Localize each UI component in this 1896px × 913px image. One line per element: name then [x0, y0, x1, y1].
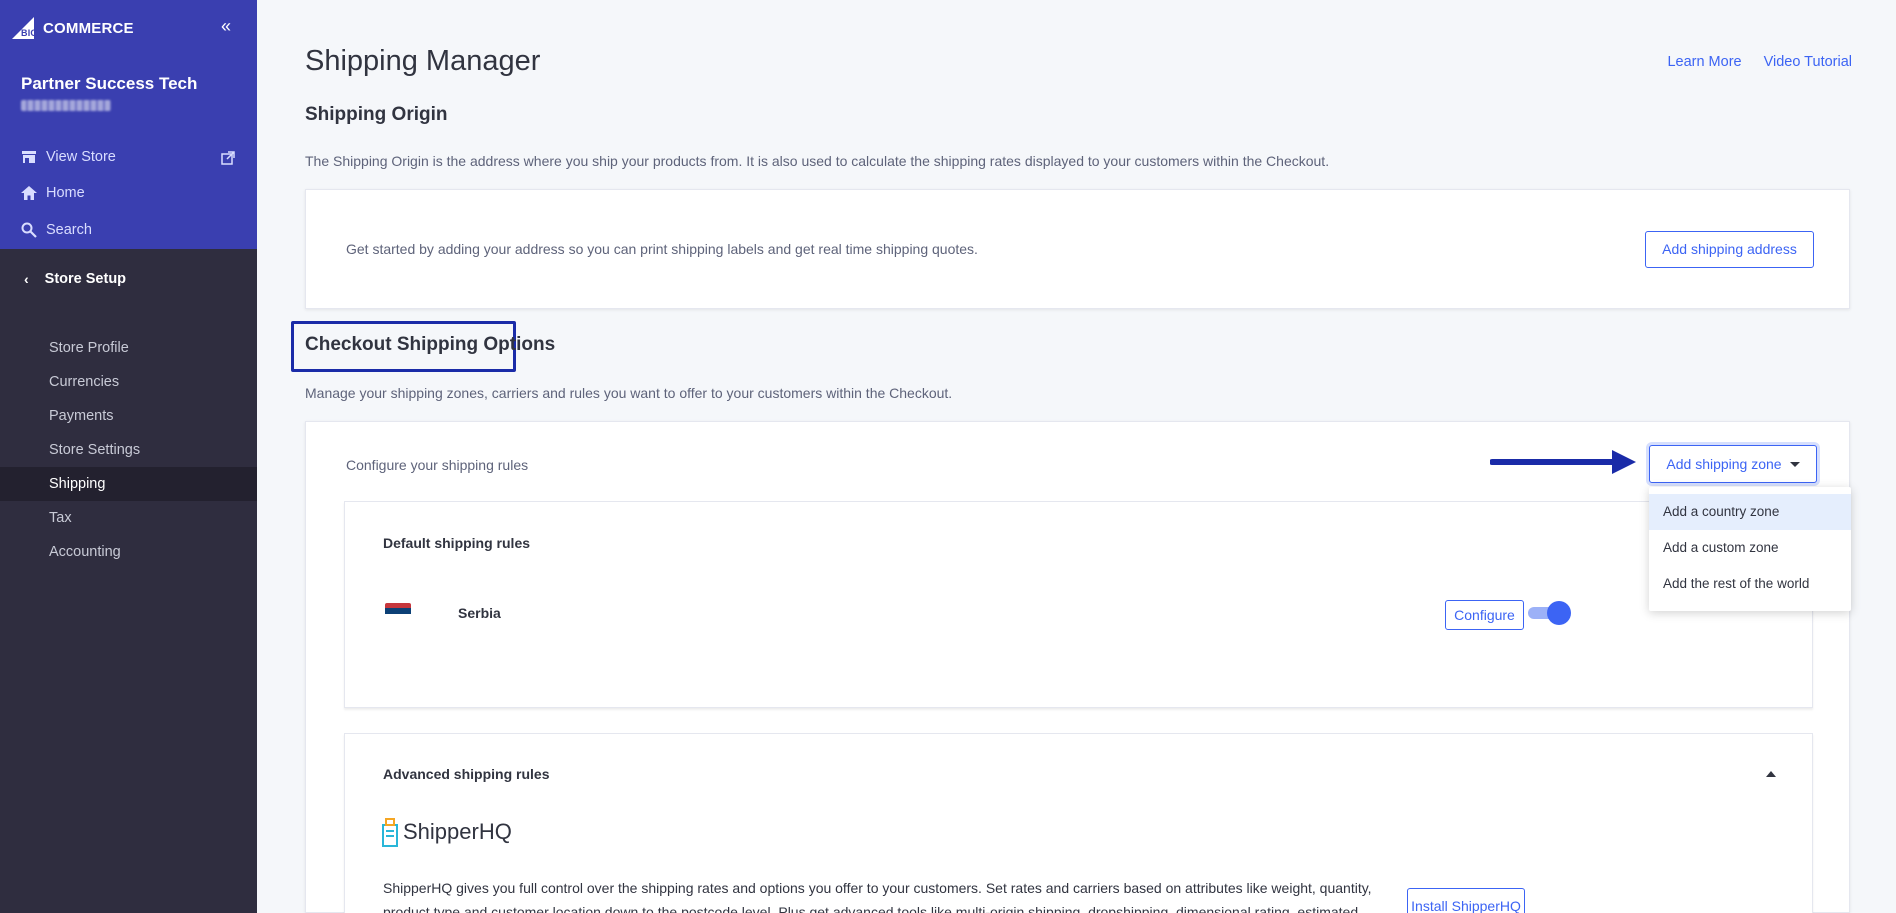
main-content: Shipping Manager Learn More Video Tutori…	[257, 0, 1896, 913]
collapse-icon[interactable]: «	[216, 16, 236, 36]
serbia-flag-icon	[385, 603, 411, 619]
nav-home[interactable]: Home	[21, 185, 85, 201]
shipperhq-logo-icon	[382, 818, 398, 847]
store-icon	[22, 151, 36, 163]
logo-text: COMMERCE	[43, 19, 134, 37]
sidebar-item-tax[interactable]: Tax	[0, 501, 257, 535]
page-title: Shipping Manager	[305, 45, 541, 77]
nav-search[interactable]: Search	[21, 222, 92, 238]
advanced-shipping-rules-panel: Advanced shipping rules ShipperHQ Shippe…	[344, 733, 1813, 913]
nav-search-label: Search	[46, 222, 92, 238]
add-shipping-zone-label: Add shipping zone	[1666, 456, 1782, 472]
shipping-origin-card: Get started by adding your address so yo…	[305, 189, 1850, 309]
shipperhq-description: ShipperHQ gives you full control over th…	[383, 880, 1372, 913]
sidebar-item-payments[interactable]: Payments	[0, 399, 257, 433]
default-shipping-rules-panel: Default shipping rules Serbia Configure	[344, 501, 1813, 708]
zone-enabled-toggle[interactable]	[1528, 601, 1571, 625]
shipperhq-logo-text: ShipperHQ	[403, 819, 512, 844]
shipping-origin-description: The Shipping Origin is the address where…	[305, 153, 1330, 169]
sidebar-item-store-settings[interactable]: Store Settings	[0, 433, 257, 467]
sidebar-item-accounting[interactable]: Accounting	[0, 535, 257, 569]
external-link-icon[interactable]	[221, 151, 235, 165]
add-shipping-zone-button[interactable]: Add shipping zone	[1649, 445, 1817, 483]
configure-zone-button[interactable]: Configure	[1445, 600, 1524, 630]
menu-item-add-rest-of-world[interactable]: Add the rest of the world	[1649, 566, 1851, 602]
bigcommerce-logo-icon: BIG	[12, 17, 38, 39]
zone-country-name: Serbia	[458, 605, 501, 621]
nav-home-label: Home	[46, 185, 85, 201]
store-url-blurred	[21, 100, 111, 111]
advanced-rules-title: Advanced shipping rules	[383, 766, 550, 782]
add-shipping-zone-menu: Add a country zone Add a custom zone Add…	[1649, 487, 1851, 611]
sidebar-item-currencies[interactable]: Currencies	[0, 365, 257, 399]
caret-down-icon	[1789, 461, 1800, 467]
nav-view-store[interactable]: View Store	[21, 149, 116, 165]
shipping-origin-card-text: Get started by adding your address so yo…	[346, 241, 978, 257]
chevron-left-icon: ‹	[24, 271, 29, 287]
store-setup-back[interactable]: ‹ Store Setup	[24, 271, 126, 287]
header-links: Learn More Video Tutorial	[1667, 54, 1852, 70]
store-setup-subnav: Store Profile Currencies Payments Store …	[0, 331, 257, 569]
store-setup-label: Store Setup	[44, 271, 127, 287]
home-icon	[21, 186, 37, 200]
search-icon	[21, 222, 37, 238]
checkout-shipping-options-title: Checkout Shipping Options	[305, 334, 556, 355]
store-name: Partner Success Tech	[21, 74, 198, 93]
add-shipping-address-button[interactable]: Add shipping address	[1645, 231, 1814, 268]
menu-item-add-custom-zone[interactable]: Add a custom zone	[1649, 530, 1851, 566]
sidebar-header: BIG COMMERCE « Partner Success Tech View…	[0, 0, 257, 249]
checkout-shipping-options-description: Manage your shipping zones, carriers and…	[305, 385, 953, 401]
install-shipperhq-button[interactable]: Install ShipperHQ	[1407, 888, 1525, 913]
sidebar-item-shipping[interactable]: Shipping	[0, 467, 257, 501]
nav-view-store-label: View Store	[46, 149, 116, 165]
sidebar-item-store-profile[interactable]: Store Profile	[0, 331, 257, 365]
video-tutorial-link[interactable]: Video Tutorial	[1764, 54, 1852, 70]
default-rules-title: Default shipping rules	[383, 535, 531, 551]
bigcommerce-logo[interactable]: BIG COMMERCE	[12, 17, 134, 39]
chevron-up-icon[interactable]	[1766, 771, 1776, 777]
shipping-origin-title: Shipping Origin	[305, 104, 448, 125]
menu-item-add-country-zone[interactable]: Add a country zone	[1649, 494, 1851, 530]
svg-text:BIG: BIG	[21, 28, 38, 38]
shipperhq-logo: ShipperHQ	[381, 817, 512, 847]
arrow-annotation-icon	[1490, 450, 1636, 474]
sidebar: BIG COMMERCE « Partner Success Tech View…	[0, 0, 257, 913]
toggle-knob	[1547, 601, 1571, 625]
learn-more-link[interactable]: Learn More	[1667, 54, 1741, 70]
configure-rules-text: Configure your shipping rules	[346, 457, 529, 473]
